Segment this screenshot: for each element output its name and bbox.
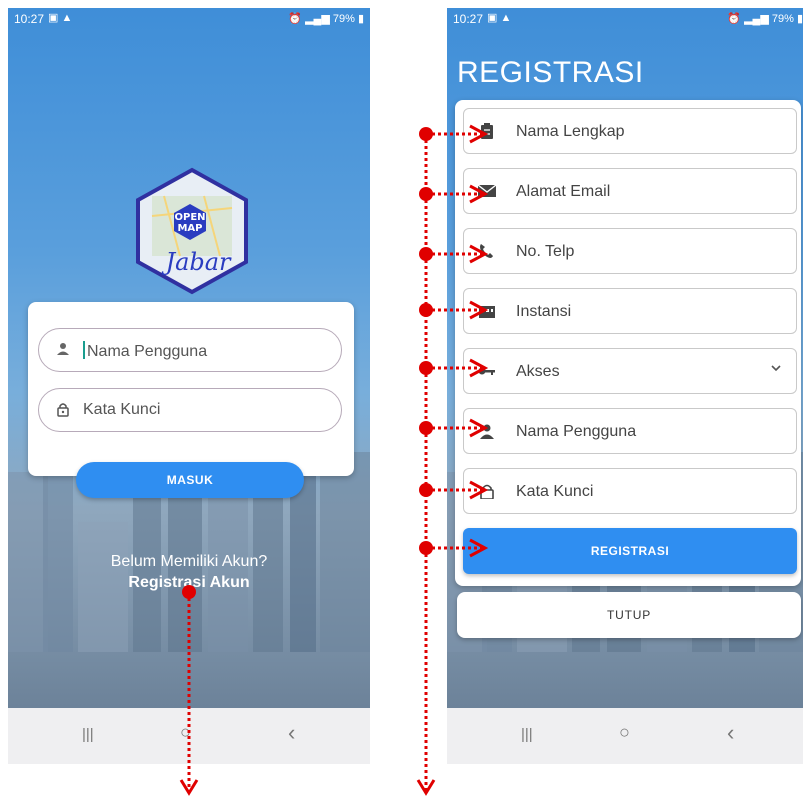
institution-input[interactable]: Instansi: [463, 288, 797, 334]
open-map-jabar-logo: OPEN MAP Jabar: [136, 167, 248, 295]
notification-icons: ▣ ▲: [487, 12, 512, 24]
password-input[interactable]: Kata Kunci: [38, 388, 342, 432]
building-icon: [479, 306, 495, 318]
recent-apps-button[interactable]: |||: [521, 726, 533, 743]
login-button[interactable]: MASUK: [76, 462, 304, 498]
no-account-text: Belum Memiliki Akun?: [110, 553, 268, 570]
register-card: Nama Lengkap Alamat Email No. Telp Insta…: [455, 100, 801, 586]
lock-icon: [57, 403, 69, 417]
svg-text:Jabar: Jabar: [160, 248, 232, 276]
svg-text:OPEN: OPEN: [174, 212, 205, 223]
register-button[interactable]: REGISTRASI: [463, 528, 797, 574]
mail-icon: [478, 184, 496, 197]
page-title: REGISTRASI: [457, 56, 644, 89]
register-link[interactable]: Registrasi Akun: [8, 574, 370, 592]
access-placeholder: Akses: [516, 363, 560, 380]
register-screen: 10:27 ▣ ▲ ⏰ ▂▄▆ 79% ▮ REGISTRASI Nama Le…: [447, 8, 803, 764]
phone-placeholder: No. Telp: [516, 243, 575, 260]
username-placeholder: Nama Pengguna: [516, 423, 637, 440]
notification-icons: ▣ ▲: [48, 12, 73, 24]
access-select[interactable]: Akses: [463, 348, 797, 394]
battery-level: 79%: [771, 13, 794, 25]
person-icon: [480, 424, 494, 439]
text-cursor: [83, 341, 85, 359]
key-icon: [478, 367, 495, 375]
status-time: 10:27: [14, 12, 45, 26]
login-card: Nama Pengguna Kata Kunci: [28, 302, 354, 476]
person-icon: [57, 343, 69, 355]
close-button[interactable]: TUTUP: [457, 592, 801, 638]
svg-text:MAP: MAP: [177, 223, 202, 234]
status-bar: 10:27 ▣ ▲ ⏰ ▂▄▆ 79% ▮: [447, 8, 803, 30]
status-right: ⏰ ▂▄▆ 79% ▮: [288, 13, 364, 25]
username-input[interactable]: Nama Pengguna: [38, 328, 342, 372]
status-bar: 10:27 ▣ ▲ ⏰ ▂▄▆ 79% ▮: [8, 8, 370, 30]
email-input[interactable]: Alamat Email: [463, 168, 797, 214]
username-placeholder: Nama Pengguna: [87, 343, 208, 360]
home-button[interactable]: ○: [180, 722, 191, 743]
login-screen: 10:27 ▣ ▲ ⏰ ▂▄▆ 79% ▮ OPEN MAP Jabar Nam…: [8, 8, 370, 764]
status-right: ⏰ ▂▄▆ 79% ▮: [727, 13, 803, 25]
phone-icon: [480, 244, 493, 258]
clipboard-icon: [481, 123, 493, 139]
status-time: 10:27: [453, 12, 484, 26]
institution-placeholder: Instansi: [516, 303, 572, 320]
recent-apps-button[interactable]: |||: [82, 726, 94, 743]
back-button[interactable]: ‹: [288, 720, 295, 746]
full-name-input[interactable]: Nama Lengkap: [463, 108, 797, 154]
full-name-placeholder: Nama Lengkap: [516, 123, 625, 140]
back-button[interactable]: ‹: [727, 720, 734, 746]
home-button[interactable]: ○: [619, 722, 630, 743]
android-nav-bar: ||| ○ ‹: [447, 708, 803, 764]
android-nav-bar: ||| ○ ‹: [8, 708, 370, 764]
lock-icon: [480, 484, 494, 499]
password-input[interactable]: Kata Kunci: [463, 468, 797, 514]
password-placeholder: Kata Kunci: [83, 401, 161, 418]
password-placeholder: Kata Kunci: [516, 483, 594, 500]
phone-input[interactable]: No. Telp: [463, 228, 797, 274]
battery-level: 79%: [332, 13, 355, 25]
chevron-down-icon: [771, 365, 781, 372]
email-placeholder: Alamat Email: [516, 183, 611, 200]
username-input[interactable]: Nama Pengguna: [463, 408, 797, 454]
